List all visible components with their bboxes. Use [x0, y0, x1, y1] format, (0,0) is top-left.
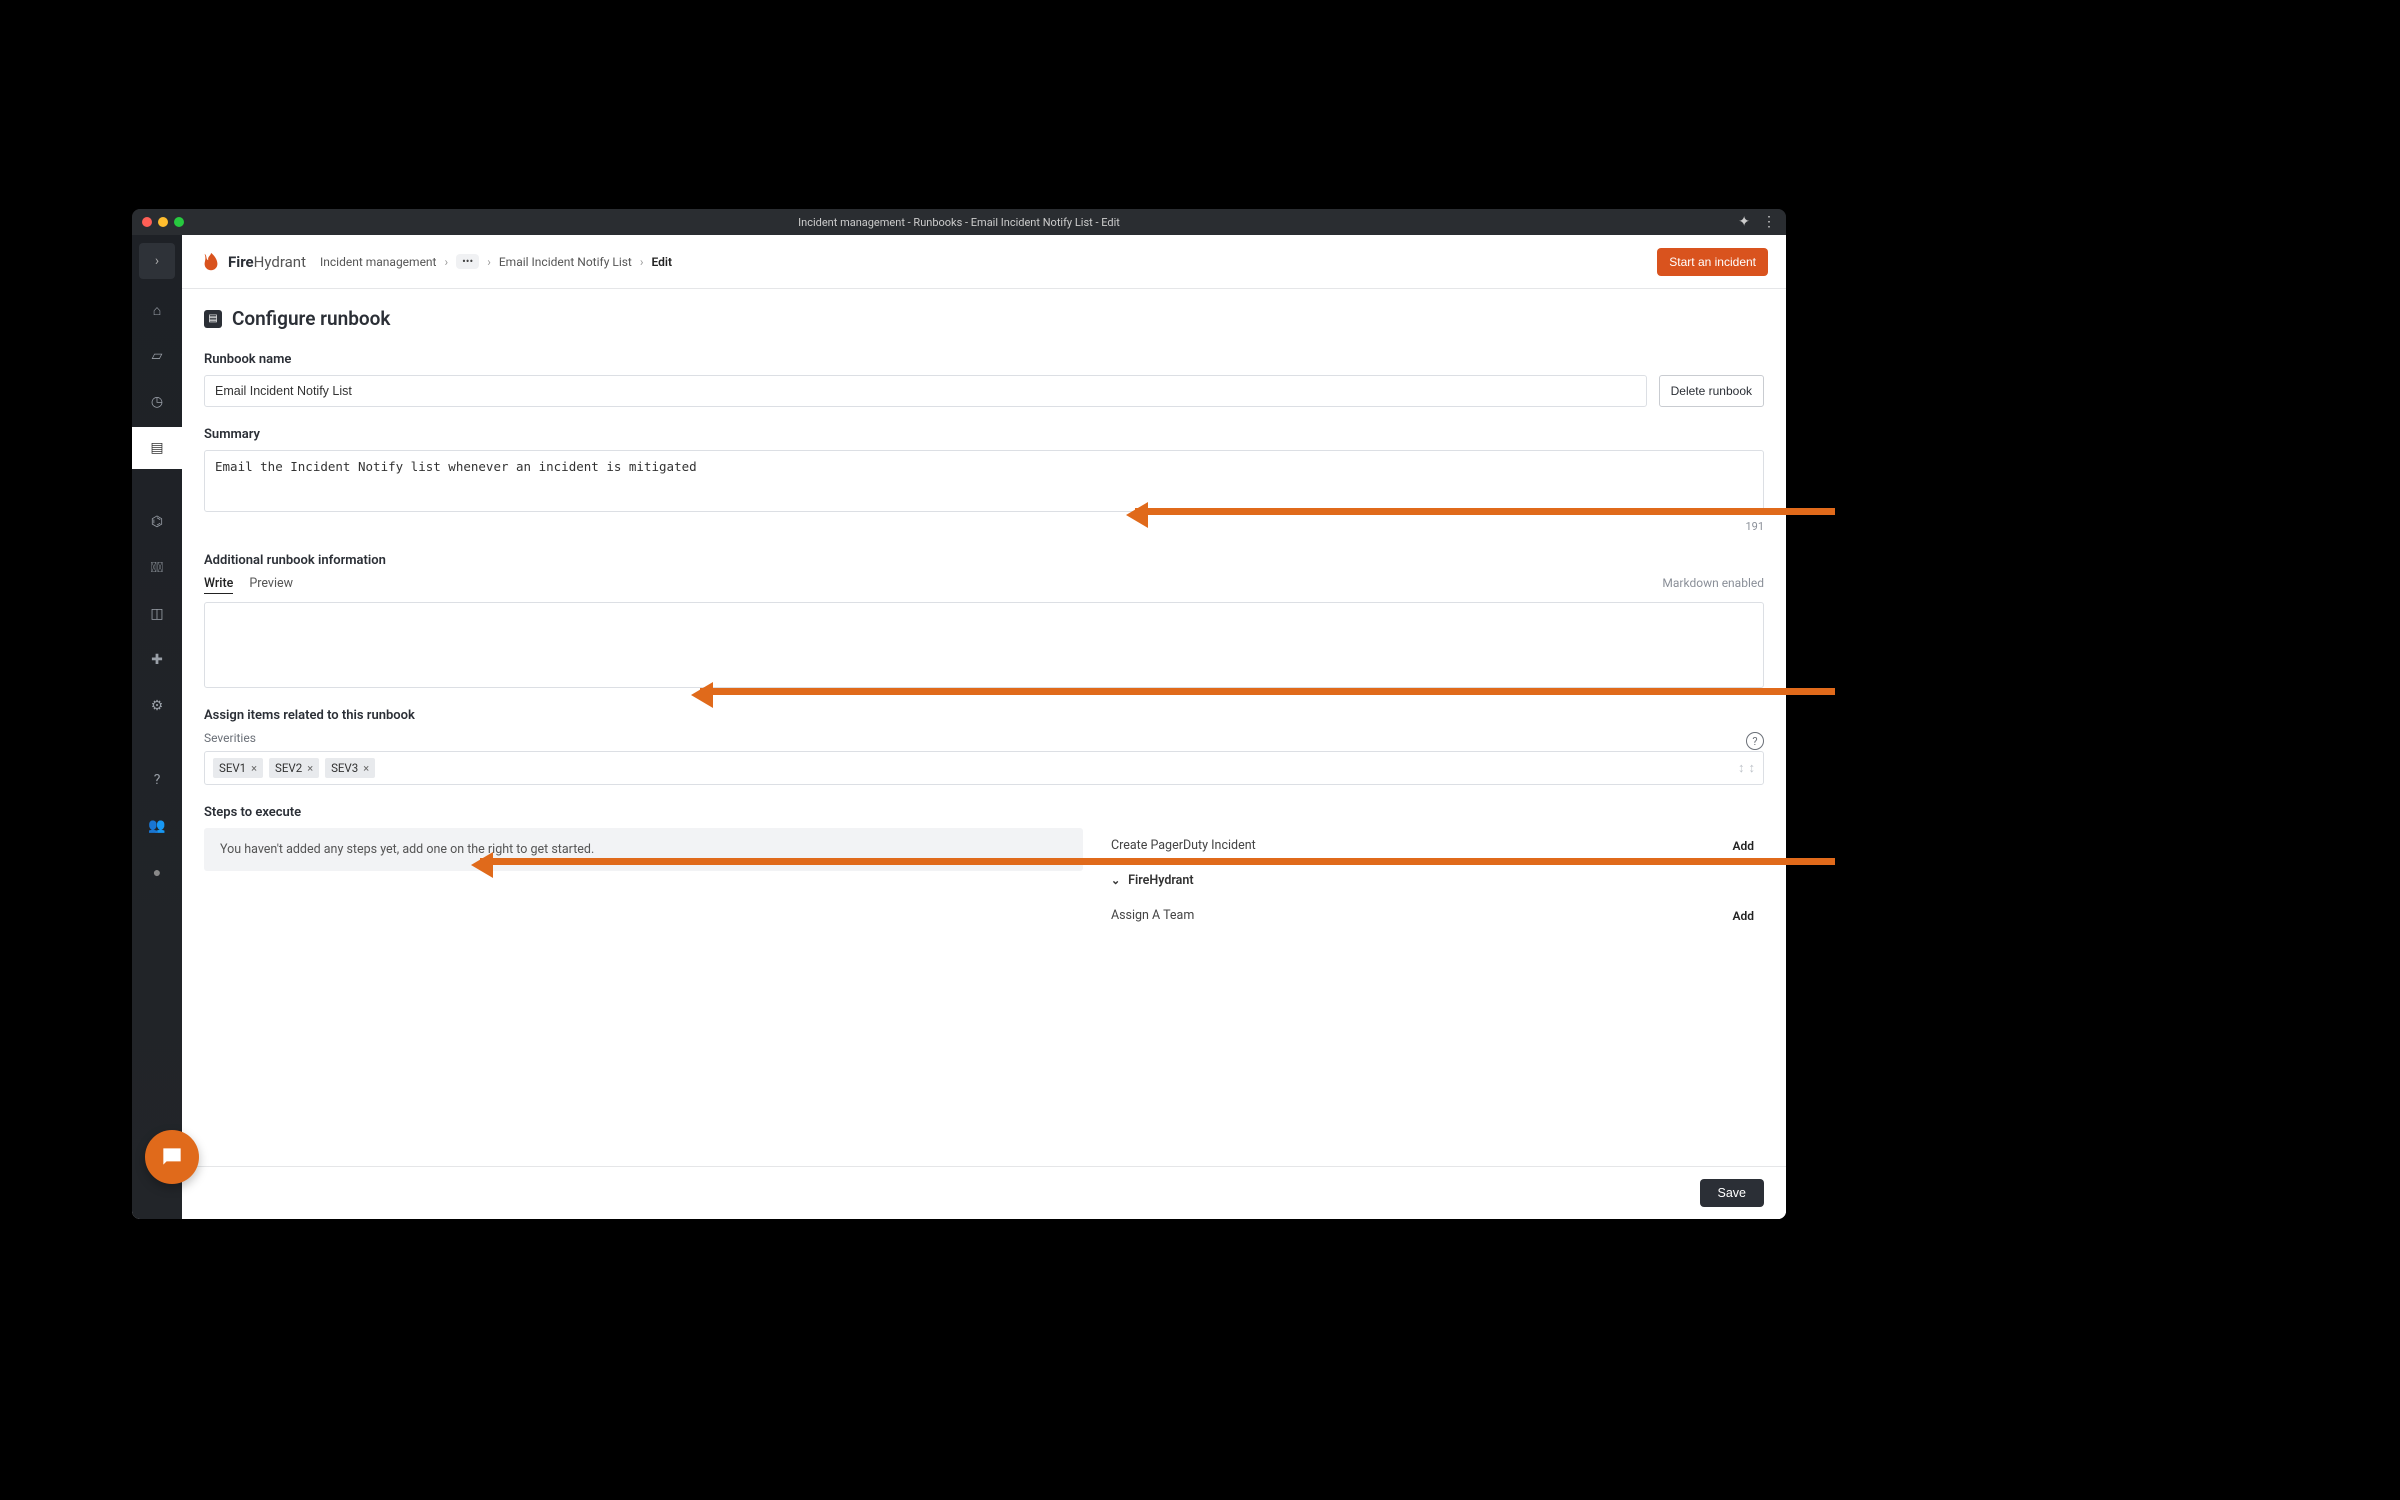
chevron-right-icon: › — [640, 255, 644, 269]
sidebar-timer-icon[interactable]: ◷ — [132, 381, 182, 423]
annotation-arrow — [700, 688, 1835, 695]
breadcrumb-root[interactable]: Incident management — [320, 255, 437, 269]
reorder-up-icon[interactable]: ↕ — [1738, 760, 1745, 776]
sidebar-announce-icon[interactable]: ◂⃔ — [132, 547, 182, 589]
sidebar-home-icon[interactable]: ⌂ — [132, 289, 182, 331]
step-option-label: Create PagerDuty Incident — [1111, 838, 1256, 853]
add-step-button[interactable]: Add — [1732, 909, 1754, 923]
severity-tag: SEV1 × — [213, 758, 263, 778]
sidebar-users-icon[interactable]: 👥 — [132, 805, 182, 847]
footer: Save — [182, 1166, 1786, 1219]
delete-runbook-button[interactable]: Delete runbook — [1659, 375, 1764, 407]
assign-label: Assign items related to this runbook — [204, 708, 1764, 723]
steps-label: Steps to execute — [204, 805, 1764, 820]
remove-tag-icon[interactable]: × — [251, 762, 257, 775]
runbook-name-input[interactable] — [204, 375, 1647, 407]
sidebar-settings-icon[interactable]: ⚙ — [132, 685, 182, 727]
severities-input[interactable]: SEV1 × SEV2 × SEV3 × ↕ ↕ — [204, 751, 1764, 785]
titlebar: Incident management - Runbooks - Email I… — [132, 209, 1786, 235]
breadcrumb-current: Edit — [651, 255, 672, 269]
steps-catalog: Create PagerDuty Incident Add ⌄ FireHydr… — [1101, 828, 1764, 933]
step-group-label: FireHydrant — [1128, 873, 1193, 888]
sidebar-expand-icon[interactable]: › — [139, 243, 175, 279]
markdown-hint: Markdown enabled — [1662, 576, 1764, 594]
remove-tag-icon[interactable]: × — [363, 762, 369, 775]
sidebar-help-icon[interactable]: ? — [132, 759, 182, 801]
window-title: Incident management - Runbooks - Email I… — [132, 216, 1786, 229]
step-group-firehydrant[interactable]: ⌄ FireHydrant — [1107, 863, 1758, 898]
content: ▤ Configure runbook Runbook name Delete … — [182, 289, 1786, 1166]
chevron-right-icon: › — [444, 255, 448, 269]
runbook-name-label: Runbook name — [204, 352, 1764, 367]
app-window: Incident management - Runbooks - Email I… — [132, 209, 1786, 1219]
topbar: FireHydrant Incident management › ••• › … — [182, 235, 1786, 289]
extension-icon[interactable]: ✦ — [1738, 214, 1750, 230]
sidebar-dashboard-icon[interactable]: ◫ — [132, 593, 182, 635]
annotation-arrow — [480, 858, 1835, 865]
add-step-button[interactable]: Add — [1732, 839, 1754, 853]
sidebar-runbooks-icon[interactable]: ▤ — [132, 427, 182, 469]
summary-remaining: 191 — [204, 520, 1764, 533]
runbook-icon: ▤ — [204, 310, 222, 328]
summary-label: Summary — [204, 427, 1764, 442]
reorder-down-icon[interactable]: ↕ — [1749, 760, 1756, 776]
sidebar-ship-icon[interactable]: ▱ — [132, 335, 182, 377]
sidebar: › ⌂ ▱ ◷ ▤ ⌬ ◂⃔ ◫ ✚ ⚙ ? 👥 ● — [132, 235, 182, 1219]
logo-text-b: Hydrant — [254, 253, 306, 271]
save-button[interactable]: Save — [1700, 1179, 1765, 1207]
tag-label: SEV3 — [331, 761, 358, 775]
firehydrant-logo-icon — [200, 251, 222, 273]
additional-info-input[interactable] — [204, 602, 1764, 688]
sidebar-network-icon[interactable]: ⌬ — [132, 501, 182, 543]
tag-label: SEV1 — [219, 761, 246, 775]
chevron-right-icon: › — [487, 255, 491, 269]
tab-preview[interactable]: Preview — [249, 576, 293, 594]
annotation-arrow — [1135, 508, 1835, 515]
step-option-assign-team: Assign A Team Add — [1107, 898, 1758, 933]
chevron-down-icon: ⌄ — [1111, 874, 1120, 887]
step-option-label: Assign A Team — [1111, 908, 1194, 923]
reorder-handles: ↕ ↕ — [1738, 760, 1755, 776]
remove-tag-icon[interactable]: × — [307, 762, 313, 775]
additional-info-label: Additional runbook information — [204, 553, 1764, 568]
tab-write[interactable]: Write — [204, 576, 233, 594]
intercom-chat-button[interactable] — [145, 1130, 199, 1184]
sidebar-puzzle-icon[interactable]: ✚ — [132, 639, 182, 681]
severities-label: Severities — [204, 731, 256, 745]
chat-icon — [159, 1144, 185, 1170]
logo[interactable]: FireHydrant — [200, 251, 306, 273]
breadcrumb-item[interactable]: Email Incident Notify List — [499, 255, 632, 269]
breadcrumb-more[interactable]: ••• — [456, 254, 479, 269]
start-incident-button[interactable]: Start an incident — [1657, 248, 1768, 276]
breadcrumb: Incident management › ••• › Email Incide… — [320, 254, 672, 269]
tag-label: SEV2 — [275, 761, 302, 775]
help-icon[interactable]: ? — [1746, 732, 1764, 750]
severity-tag: SEV2 × — [269, 758, 319, 778]
page-title: Configure runbook — [232, 307, 390, 330]
severity-tag: SEV3 × — [325, 758, 375, 778]
overflow-icon[interactable]: ⋮ — [1762, 214, 1776, 230]
summary-input[interactable] — [204, 450, 1764, 512]
logo-text-a: Fire — [228, 253, 254, 271]
sidebar-avatar[interactable]: ● — [132, 851, 182, 893]
